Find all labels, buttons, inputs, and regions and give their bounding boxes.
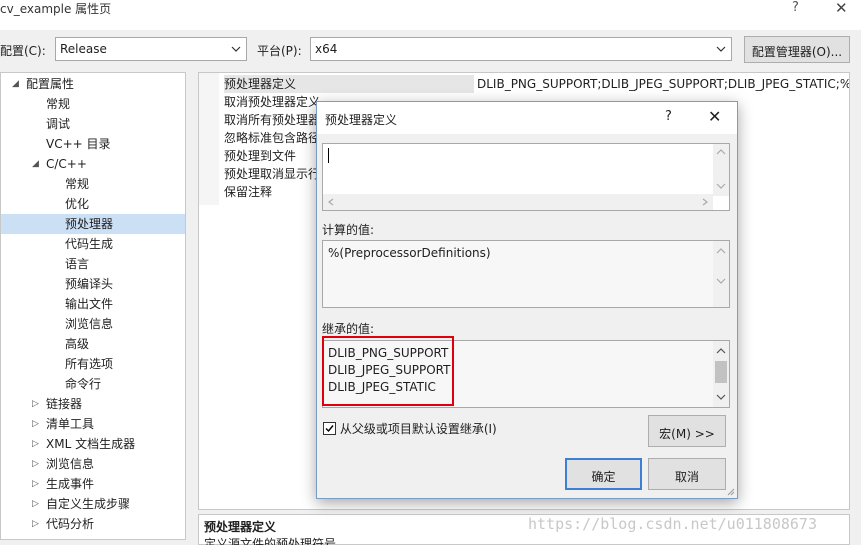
preprocessor-definitions-dialog: 预处理器定义 ? ✕ 计算的值: %(PreprocessorDefinitio… <box>316 101 738 499</box>
property-tree: ◢ 配置属性 常规 调试 VC++ 目录 ◢ C/C++ 常规 优化 预处理器 … <box>0 72 186 540</box>
computed-value: %(PreprocessorDefinitions) <box>328 246 491 260</box>
inherit-checkbox[interactable]: 从父级或项目默认设置继承(I) <box>323 420 497 437</box>
tree-item-code-analysis[interactable]: ▷ 代码分析 <box>1 514 185 534</box>
config-value: Release <box>60 42 107 56</box>
tree-collapsed-icon[interactable]: ▷ <box>32 514 42 534</box>
platform-label: 平台(P): <box>257 44 302 58</box>
tree-item-linker[interactable]: ▷ 链接器 <box>1 394 185 414</box>
cancel-button[interactable]: 取消 <box>648 458 726 490</box>
tree-item-manifest-tool[interactable]: ▷ 清单工具 <box>1 414 185 434</box>
tree-item-build-events[interactable]: ▷ 生成事件 <box>1 474 185 494</box>
tree-item-optimization[interactable]: 优化 <box>1 194 185 214</box>
scroll-up-icon[interactable] <box>716 247 726 255</box>
tree-item-general[interactable]: 常规 <box>1 94 185 114</box>
edit-horizontal-scrollbar[interactable] <box>323 194 713 210</box>
help-button[interactable]: ? <box>792 0 799 15</box>
tree-item-advanced[interactable]: 高级 <box>1 334 185 354</box>
grid-row-preprocessor-definitions[interactable]: 预处理器定义 DLIB_PNG_SUPPORT;DLIB_JPEG_SUPPOR… <box>199 75 849 93</box>
tree-expanded-icon[interactable]: ◢ <box>32 154 42 174</box>
tree-expanded-icon[interactable]: ◢ <box>12 74 22 94</box>
tree-item-config-properties[interactable]: ◢ 配置属性 <box>1 74 185 94</box>
scrollbar-thumb[interactable] <box>715 361 727 383</box>
configuration-manager-button[interactable]: 配置管理器(O)... <box>744 36 850 63</box>
computed-values-label: 计算的值: <box>322 223 375 237</box>
computed-vertical-scrollbar[interactable] <box>713 241 729 307</box>
tree-item-all-options[interactable]: 所有选项 <box>1 354 185 374</box>
computed-values-box: %(PreprocessorDefinitions) <box>322 240 730 308</box>
config-select[interactable]: Release <box>55 37 247 61</box>
dialog-title-bar: 预处理器定义 ? ✕ <box>317 102 737 134</box>
tree-collapsed-icon[interactable]: ▷ <box>32 474 42 494</box>
tree-collapsed-icon[interactable]: ▷ <box>32 414 42 434</box>
tree-item-command-line[interactable]: 命令行 <box>1 374 185 394</box>
platform-select[interactable]: x64 <box>310 37 732 61</box>
watermark: https://blog.csdn.net/u011808673 <box>528 515 817 533</box>
definitions-edit-box[interactable] <box>322 143 730 211</box>
tree-item-browse-info[interactable]: 浏览信息 <box>1 314 185 334</box>
check-icon <box>325 425 334 433</box>
edit-vertical-scrollbar[interactable] <box>713 144 729 196</box>
tree-item-language[interactable]: 语言 <box>1 254 185 274</box>
scroll-up-icon[interactable] <box>716 347 726 355</box>
tree-item-preprocessor[interactable]: 预处理器 <box>1 214 185 234</box>
highlight-annotation-box <box>322 336 454 406</box>
title-bar: cv_example 属性页 ? ✕ <box>0 0 861 30</box>
inherit-checkbox-label: 从父级或项目默认设置继承(I) <box>339 422 497 436</box>
dialog-help-button[interactable]: ? <box>665 109 672 124</box>
description-title: 预处理器定义 <box>204 520 277 534</box>
ok-button[interactable]: 确定 <box>565 458 642 490</box>
scroll-down-icon[interactable] <box>716 182 726 190</box>
tree-item-xml-doc-generator[interactable]: ▷ XML 文档生成器 <box>1 434 185 454</box>
dialog-close-button[interactable]: ✕ <box>708 107 721 126</box>
tree-collapsed-icon[interactable]: ▷ <box>32 434 42 454</box>
chevron-down-icon <box>231 44 241 54</box>
tree-item-code-generation[interactable]: 代码生成 <box>1 234 185 254</box>
scroll-down-icon[interactable] <box>716 393 726 401</box>
config-label: 配置(C): <box>0 44 46 58</box>
resize-grip-icon[interactable] <box>726 487 735 496</box>
dialog-title: 预处理器定义 <box>325 113 398 127</box>
tree-item-debugging[interactable]: 调试 <box>1 114 185 134</box>
scroll-left-icon[interactable] <box>327 198 335 206</box>
tree-item-browse-info-2[interactable]: ▷ 浏览信息 <box>1 454 185 474</box>
platform-value: x64 <box>315 42 338 56</box>
tree-collapsed-icon[interactable]: ▷ <box>32 394 42 414</box>
tree-item-cpp-general[interactable]: 常规 <box>1 174 185 194</box>
tree-item-c-cpp[interactable]: ◢ C/C++ <box>1 154 185 174</box>
text-cursor <box>328 148 329 163</box>
tree-collapsed-icon[interactable]: ▷ <box>32 494 42 514</box>
scroll-right-icon[interactable] <box>701 198 709 206</box>
checkbox[interactable] <box>323 422 336 435</box>
tree-collapsed-icon[interactable]: ▷ <box>32 454 42 474</box>
inherited-vertical-scrollbar[interactable] <box>713 341 729 407</box>
close-button[interactable]: ✕ <box>835 0 848 17</box>
tree-item-vc-directories[interactable]: VC++ 目录 <box>1 134 185 154</box>
macros-button[interactable]: 宏(M) >> <box>648 415 726 447</box>
tree-item-output-files[interactable]: 输出文件 <box>1 294 185 314</box>
scroll-down-icon[interactable] <box>716 277 726 285</box>
tree-item-precompiled-headers[interactable]: 预编译头 <box>1 274 185 294</box>
scroll-up-icon[interactable] <box>716 148 726 156</box>
window-title: cv_example 属性页 <box>0 2 112 16</box>
chevron-down-icon <box>716 44 726 54</box>
inherited-values-label: 继承的值: <box>322 322 375 336</box>
tree-item-custom-build-step[interactable]: ▷ 自定义生成步骤 <box>1 494 185 514</box>
description-text: 定义源文件的预处理符号 <box>204 537 337 545</box>
